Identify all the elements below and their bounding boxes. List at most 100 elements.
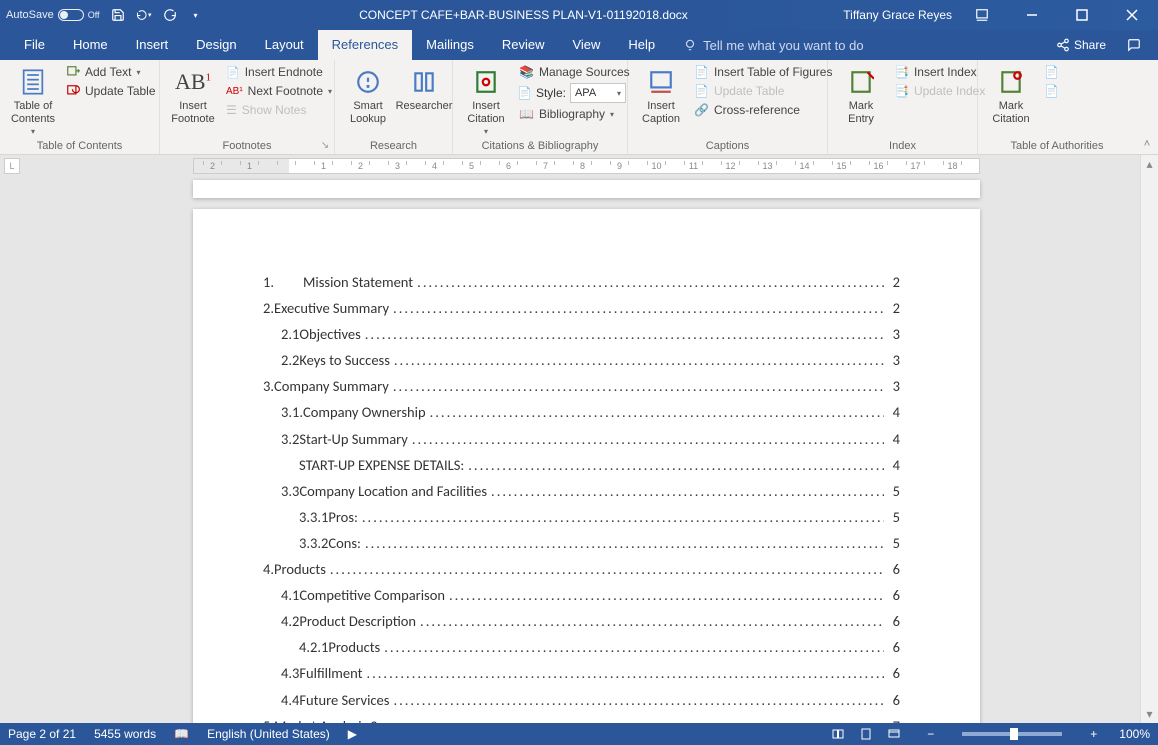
- tab-view[interactable]: View: [558, 30, 614, 60]
- tab-mailings[interactable]: Mailings: [412, 30, 488, 60]
- tab-file[interactable]: File: [10, 30, 59, 60]
- insert-index-button[interactable]: 📑Insert Index: [892, 64, 987, 80]
- insert-citation-button[interactable]: Insert Citation ▾: [461, 64, 511, 138]
- autosave-toggle[interactable]: AutoSave Off: [6, 9, 100, 21]
- page-indicator[interactable]: Page 2 of 21: [8, 727, 76, 741]
- share-icon: [1056, 38, 1070, 52]
- group-index: Mark Entry 📑Insert Index 📑Update Index I…: [828, 60, 978, 154]
- cross-ref-icon: 🔗: [694, 103, 709, 117]
- insert-index-icon: 📑: [894, 65, 909, 79]
- document-page[interactable]: 1. Mission Statement 22. Executive Summa…: [193, 209, 980, 723]
- close-icon[interactable]: [1112, 0, 1152, 30]
- minimize-icon[interactable]: [1012, 0, 1052, 30]
- share-button[interactable]: Share: [1048, 38, 1114, 52]
- show-notes-button[interactable]: ☰Show Notes: [224, 102, 334, 118]
- mark-citation-button[interactable]: Mark Citation: [986, 64, 1036, 127]
- table-of-contents-button[interactable]: Table of Contents ▾: [8, 64, 58, 138]
- scroll-down-icon[interactable]: ▾: [1141, 705, 1158, 723]
- ribbon: Table of Contents ▾ Add Text▾ Update Tab…: [0, 60, 1158, 155]
- word-count[interactable]: 5455 words: [94, 727, 156, 741]
- next-footnote-icon: AB¹: [226, 86, 243, 97]
- insert-toa-button[interactable]: 📄: [1042, 64, 1061, 80]
- next-footnote-button[interactable]: AB¹Next Footnote▾: [224, 83, 334, 99]
- toc-entry: START-UP EXPENSE DETAILS: 4: [263, 452, 900, 478]
- maximize-icon[interactable]: [1062, 0, 1102, 30]
- menu-bar: File Home Insert Design Layout Reference…: [0, 30, 1158, 60]
- document-viewport[interactable]: 1. Mission Statement 22. Executive Summa…: [0, 177, 1140, 723]
- mark-entry-button[interactable]: Mark Entry: [836, 64, 886, 127]
- update-tof-icon: 📄: [694, 84, 709, 98]
- undo-icon[interactable]: ▾: [136, 7, 152, 23]
- update-table-button[interactable]: Update Table: [64, 83, 158, 99]
- zoom-in-button[interactable]: +: [1086, 727, 1101, 741]
- zoom-level[interactable]: 100%: [1119, 727, 1150, 741]
- citation-style-dropdown[interactable]: APA▾: [570, 83, 626, 103]
- save-icon[interactable]: [110, 7, 126, 23]
- macro-icon[interactable]: ▶: [348, 727, 357, 741]
- zoom-slider[interactable]: [962, 732, 1062, 736]
- comments-button[interactable]: [1118, 38, 1150, 52]
- scroll-up-icon[interactable]: ▴: [1141, 155, 1158, 173]
- spellcheck-icon[interactable]: 📖: [174, 727, 189, 741]
- tab-references[interactable]: References: [318, 30, 412, 60]
- manage-sources-button[interactable]: 📚Manage Sources: [517, 64, 632, 80]
- insert-tof-button[interactable]: 📄Insert Table of Figures: [692, 64, 834, 80]
- update-icon: [66, 84, 80, 98]
- insert-citation-label: Insert Citation: [467, 100, 504, 125]
- footnotes-launcher[interactable]: ↘: [319, 139, 331, 151]
- collapse-ribbon-button[interactable]: ˄: [1136, 60, 1158, 154]
- toc-entry: 1. Mission Statement 2: [263, 269, 900, 295]
- vertical-scrollbar[interactable]: ▴ ▾: [1140, 155, 1158, 723]
- group-table-of-contents: Table of Contents ▾ Add Text▾ Update Tab…: [0, 60, 160, 154]
- toc-entry: 2.2 Keys to Success 3: [263, 347, 900, 373]
- tab-layout[interactable]: Layout: [251, 30, 318, 60]
- tab-help[interactable]: Help: [614, 30, 669, 60]
- redo-icon[interactable]: [162, 7, 178, 23]
- toc-entry: 4.2 Product Description 6: [263, 608, 900, 634]
- print-layout-icon[interactable]: [855, 726, 877, 742]
- tab-review[interactable]: Review: [488, 30, 559, 60]
- manage-sources-icon: 📚: [519, 65, 534, 79]
- user-name[interactable]: Tiffany Grace Reyes: [843, 8, 952, 22]
- cross-reference-button[interactable]: 🔗Cross-reference: [692, 102, 834, 118]
- mark-entry-icon: [845, 66, 877, 98]
- bibliography-button[interactable]: 📖Bibliography▾: [517, 106, 632, 122]
- tab-design[interactable]: Design: [182, 30, 250, 60]
- insert-footnote-label: Insert Footnote: [171, 100, 214, 125]
- tab-insert[interactable]: Insert: [122, 30, 183, 60]
- tab-home[interactable]: Home: [59, 30, 122, 60]
- group-label-toc: Table of Contents: [0, 140, 159, 152]
- citation-style-icon: 📄: [517, 86, 532, 100]
- toggle-icon: [58, 9, 84, 21]
- update-toa-button[interactable]: 📄: [1042, 83, 1061, 99]
- smart-lookup-button[interactable]: Smart Lookup: [343, 64, 393, 127]
- tell-me-search[interactable]: Tell me what you want to do: [669, 30, 863, 60]
- zoom-knob[interactable]: [1010, 728, 1018, 740]
- toc-entry: 4.3 Fulfillment 6: [263, 660, 900, 686]
- chevron-down-icon: ▾: [31, 127, 35, 136]
- update-tof-button[interactable]: 📄Update Table: [692, 83, 834, 99]
- update-index-button[interactable]: 📑Update Index: [892, 83, 987, 99]
- insert-footnote-button[interactable]: AB1 Insert Footnote: [168, 64, 218, 127]
- toc-entry: 3.3.1 Pros: 5: [263, 504, 900, 530]
- group-captions: Insert Caption 📄Insert Table of Figures …: [628, 60, 828, 154]
- smart-lookup-label: Smart Lookup: [350, 100, 386, 125]
- qat-customize-icon[interactable]: ▾: [188, 7, 204, 23]
- read-mode-icon[interactable]: [827, 726, 849, 742]
- group-label-citations: Citations & Bibliography: [453, 140, 627, 152]
- insert-caption-button[interactable]: Insert Caption: [636, 64, 686, 127]
- language-indicator[interactable]: English (United States): [207, 727, 330, 741]
- autosave-state: Off: [88, 10, 100, 20]
- ribbon-display-options-icon[interactable]: [962, 0, 1002, 30]
- tell-me-placeholder: Tell me what you want to do: [703, 38, 863, 53]
- tab-selector[interactable]: L: [4, 158, 20, 174]
- status-bar: Page 2 of 21 5455 words 📖 English (Unite…: [0, 723, 1158, 745]
- toc-entry: 2. Executive Summary 2: [263, 295, 900, 321]
- web-layout-icon[interactable]: [883, 726, 905, 742]
- horizontal-ruler[interactable]: 21123456789101112131415161718: [193, 158, 980, 174]
- insert-endnote-button[interactable]: 📄Insert Endnote: [224, 64, 334, 80]
- researcher-button[interactable]: Researcher: [399, 64, 449, 115]
- add-text-button[interactable]: Add Text▾: [64, 64, 158, 80]
- add-text-icon: [66, 65, 80, 79]
- zoom-out-button[interactable]: −: [923, 727, 938, 741]
